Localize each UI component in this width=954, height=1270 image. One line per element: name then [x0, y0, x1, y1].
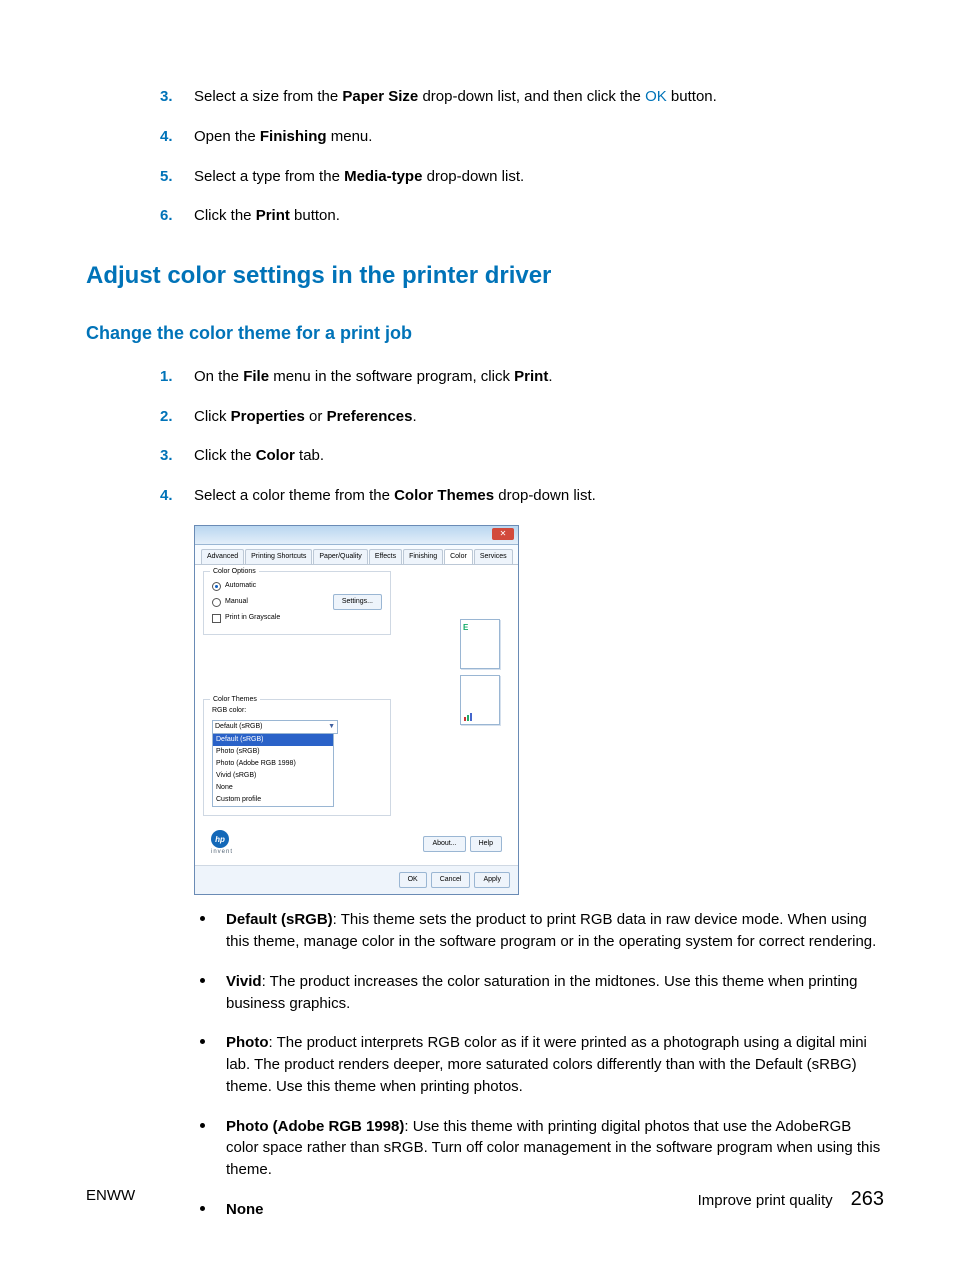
- rgb-color-dropdown[interactable]: Default (sRGB) Photo (sRGB) Photo (Adobe…: [212, 734, 334, 808]
- footer-left: ENWW: [86, 1185, 135, 1214]
- option-photo-srgb[interactable]: Photo (sRGB): [213, 746, 333, 758]
- tab-finishing[interactable]: Finishing: [403, 549, 443, 564]
- tab-paper-quality[interactable]: Paper/Quality: [313, 549, 367, 564]
- close-icon[interactable]: ✕: [492, 528, 514, 540]
- radio-automatic[interactable]: Automatic: [212, 581, 382, 591]
- cancel-button[interactable]: Cancel: [431, 872, 471, 888]
- step-4: 4. Open the Finishing menu.: [160, 126, 884, 148]
- page-number: 263: [851, 1185, 884, 1214]
- bullet-default-srgb: Default (sRGB): This theme sets the prod…: [194, 909, 884, 953]
- step-text: Select a type from the Media-type drop-d…: [194, 168, 524, 185]
- step-5: 5. Select a type from the Media-type dro…: [160, 166, 884, 188]
- tab-services[interactable]: Services: [474, 549, 513, 564]
- ok-link[interactable]: OK: [645, 88, 667, 105]
- tab-printing-shortcuts[interactable]: Printing Shortcuts: [245, 549, 312, 564]
- bullet-photo: Photo: The product interprets RGB color …: [194, 1032, 884, 1097]
- dialog-titlebar: ✕: [195, 526, 518, 545]
- step-6: 6. Click the Print button.: [160, 205, 884, 227]
- step-1b: 1. On the File menu in the software prog…: [160, 366, 884, 388]
- heading-adjust-color: Adjust color settings in the printer dri…: [86, 259, 884, 294]
- heading-change-color-theme: Change the color theme for a print job: [86, 320, 884, 346]
- dialog-tabs: Advanced Printing Shortcuts Paper/Qualit…: [195, 545, 518, 565]
- rgb-color-label: RGB color:: [212, 706, 382, 716]
- printer-dialog-screenshot: ✕ Advanced Printing Shortcuts Paper/Qual…: [194, 525, 884, 895]
- option-custom[interactable]: Custom profile: [213, 794, 333, 806]
- ok-button[interactable]: OK: [399, 872, 427, 888]
- chevron-down-icon: ▼: [328, 722, 335, 732]
- step-3b: 3. Click the Color tab.: [160, 445, 884, 467]
- group-color-themes: Color Themes: [210, 695, 260, 705]
- steps-top: 3. Select a size from the Paper Size dro…: [86, 86, 884, 227]
- step-4b: 4. Select a color theme from the Color T…: [160, 485, 884, 507]
- step-2b: 2. Click Properties or Preferences.: [160, 406, 884, 428]
- step-text: Select a size from the Paper Size drop-d…: [194, 88, 717, 105]
- bullet-photo-adobe: Photo (Adobe RGB 1998): Use this theme w…: [194, 1116, 884, 1181]
- bullet-vivid: Vivid: The product increases the color s…: [194, 971, 884, 1015]
- steps-mid: 1. On the File menu in the software prog…: [86, 366, 884, 507]
- tab-color[interactable]: Color: [444, 549, 473, 564]
- preview-e-icon: E: [463, 622, 499, 634]
- footer-section: Improve print quality: [698, 1190, 833, 1212]
- tab-advanced[interactable]: Advanced: [201, 549, 244, 564]
- tab-effects[interactable]: Effects: [369, 549, 402, 564]
- step-text: Click the Print button.: [194, 207, 340, 224]
- page-footer: ENWW Improve print quality 263: [86, 1185, 884, 1214]
- page-preview: E: [460, 619, 502, 725]
- option-none[interactable]: None: [213, 782, 333, 794]
- hp-invent-label: invent: [211, 848, 233, 857]
- help-button[interactable]: Help: [470, 836, 502, 852]
- option-vivid[interactable]: Vivid (sRGB): [213, 770, 333, 782]
- radio-manual[interactable]: ManualSettings...: [212, 594, 382, 610]
- color-theme-descriptions: Default (sRGB): This theme sets the prod…: [194, 909, 884, 1220]
- rgb-color-select[interactable]: Default (sRGB) ▼: [212, 720, 338, 734]
- about-button[interactable]: About...: [423, 836, 465, 852]
- apply-button[interactable]: Apply: [474, 872, 510, 888]
- step-text: Open the Finishing menu.: [194, 128, 372, 145]
- hp-logo-icon: hp: [211, 830, 229, 848]
- step-num-5: 5.: [160, 166, 173, 188]
- bars-icon: [464, 713, 472, 721]
- step-num-4: 4.: [160, 126, 173, 148]
- group-color-options: Color Options: [210, 567, 259, 577]
- step-num-6: 6.: [160, 205, 173, 227]
- option-photo-adobe[interactable]: Photo (Adobe RGB 1998): [213, 758, 333, 770]
- step-num-3: 3.: [160, 86, 173, 108]
- check-grayscale[interactable]: Print in Grayscale: [212, 613, 382, 623]
- option-default-srgb[interactable]: Default (sRGB): [213, 734, 333, 746]
- settings-button[interactable]: Settings...: [333, 594, 382, 610]
- step-3: 3. Select a size from the Paper Size dro…: [160, 86, 884, 108]
